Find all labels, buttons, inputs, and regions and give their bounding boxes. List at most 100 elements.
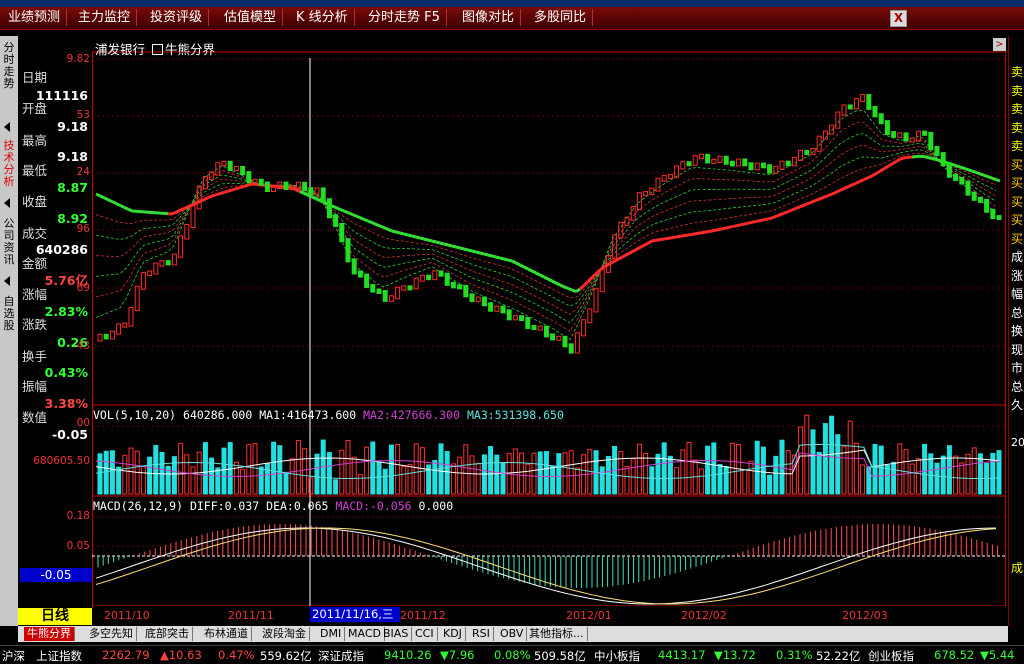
- tab-cci[interactable]: CCI: [412, 627, 438, 641]
- candle: [997, 216, 1001, 220]
- tab-macd[interactable]: MACD: [345, 627, 385, 641]
- bull-bear-line: [784, 212, 788, 214]
- vol-y-tick: 680605.50: [24, 455, 90, 467]
- index-change: ▼5.44: [980, 648, 1014, 662]
- bull-bear-line: [660, 239, 664, 240]
- bull-bear-line: [760, 220, 764, 221]
- tab-dmi[interactable]: DMI: [317, 627, 345, 641]
- x-label: 2011/12: [400, 609, 446, 622]
- bull-bear-line: [968, 170, 972, 171]
- indicator-name[interactable]: 牛熊分界: [152, 39, 215, 58]
- volume-bar: [489, 447, 493, 494]
- candle: [284, 182, 288, 189]
- bull-bear-line: [720, 228, 724, 229]
- tab-rsi[interactable]: RSI: [469, 627, 494, 641]
- bull-bear-line: [240, 186, 244, 187]
- candle: [805, 150, 809, 154]
- volume-bar: [557, 454, 561, 494]
- volume-bar: [885, 465, 889, 494]
- toolbar-kline[interactable]: K 线分析: [290, 9, 355, 26]
- index-name[interactable]: 上证指数: [36, 648, 82, 664]
- bull-bear-line: [404, 234, 408, 235]
- bull-bear-line: [300, 192, 304, 194]
- tab-watchlist[interactable]: 自选股: [1, 296, 17, 332]
- tab-kdj[interactable]: KDJ: [440, 627, 466, 641]
- right-column-label: 买: [1011, 159, 1023, 172]
- bull-bear-line: [112, 202, 116, 204]
- volume-bar: [929, 454, 933, 494]
- bull-bear-line: [824, 196, 828, 198]
- toolbar-main-monitor[interactable]: 主力监控: [72, 9, 137, 26]
- candle: [439, 271, 443, 276]
- triangle-left-icon: [4, 276, 10, 286]
- index-name[interactable]: 创业板指: [868, 648, 914, 664]
- bull-bear-line: [836, 190, 840, 192]
- bull-bear-line: [340, 209, 344, 211]
- candle: [551, 334, 555, 340]
- index-name[interactable]: 中小板指: [594, 648, 640, 664]
- bull-bear-line: [632, 250, 636, 252]
- candle: [966, 181, 970, 195]
- candle: [408, 286, 412, 290]
- volume-bar: [272, 442, 276, 494]
- indicator-name-label: 牛熊分界: [165, 42, 215, 57]
- toolbar-intraday[interactable]: 分时走势 F5: [362, 9, 447, 26]
- bull-bear-line: [480, 253, 484, 254]
- toolbar-image-compare[interactable]: 图像对比: [456, 9, 521, 26]
- bull-bear-line: [764, 219, 768, 220]
- volume-bar: [117, 467, 121, 494]
- tab-bottom-attack[interactable]: 底部突击: [142, 627, 193, 641]
- tab-wave-gold[interactable]: 波段淘金: [259, 627, 310, 641]
- bull-bear-line: [296, 190, 300, 192]
- candle: [259, 179, 263, 185]
- toolbar-multi-compare[interactable]: 多股同比: [528, 9, 593, 26]
- chevron-right-icon[interactable]: >: [993, 38, 1006, 51]
- tab-company-news[interactable]: 公司资讯: [1, 218, 17, 266]
- bull-bear-line: [756, 221, 760, 222]
- right-extra: 20: [1011, 436, 1024, 449]
- candle: [247, 172, 251, 183]
- tab-technical[interactable]: 技术分析: [1, 140, 17, 188]
- right-column-label: 市: [1011, 362, 1023, 375]
- period-day-button[interactable]: 日线: [18, 608, 92, 625]
- tab-bull-bear[interactable]: 牛熊分界: [24, 627, 75, 641]
- bull-bear-line: [388, 229, 392, 231]
- bull-bear-line: [452, 246, 456, 247]
- value-value: -0.05: [18, 428, 88, 442]
- right-column-label: 卖: [1011, 66, 1023, 79]
- tab-bias[interactable]: BIAS: [380, 627, 412, 641]
- volume-bar: [811, 430, 815, 494]
- low-value: 8.87: [18, 181, 88, 195]
- macd-diff: DIFF:0.037: [190, 499, 259, 513]
- close-icon[interactable]: X: [890, 10, 907, 27]
- tab-long-short[interactable]: 多空先知: [86, 627, 137, 641]
- tab-intraday[interactable]: 分时走势: [1, 42, 17, 90]
- bull-bear-line: [716, 229, 720, 230]
- toolbar-earnings-forecast[interactable]: 业绩预测: [2, 9, 67, 26]
- right-column-label: 换: [1011, 325, 1023, 338]
- bull-bear-line: [796, 207, 800, 209]
- volume-label: 成交: [22, 227, 47, 241]
- candle: [327, 199, 331, 218]
- volume-bar: [836, 435, 840, 494]
- bull-bear-line: [440, 243, 444, 244]
- toolbar-valuation[interactable]: 估值模型: [218, 9, 283, 26]
- candle: [873, 106, 877, 116]
- volume-bar: [923, 444, 927, 494]
- amplitude-value: 3.38%: [18, 397, 88, 411]
- kline-chart[interactable]: [92, 36, 1008, 606]
- x-label: 2012/02: [681, 609, 727, 622]
- index-name[interactable]: 深证成指: [318, 648, 364, 664]
- bull-bear-line: [460, 248, 464, 249]
- bull-bear-line: [876, 171, 880, 173]
- bull-bear-line: [532, 271, 536, 273]
- bull-bear-line: [96, 194, 100, 196]
- bull-bear-line: [412, 236, 416, 237]
- tab-bollinger[interactable]: 布林通道: [201, 627, 252, 641]
- volume-bar: [941, 456, 945, 494]
- bull-bear-line: [512, 261, 516, 263]
- toolbar-rating[interactable]: 投资评级: [144, 9, 209, 26]
- tab-obv[interactable]: OBV: [497, 627, 527, 641]
- tab-other-indicators[interactable]: 其他指标...: [526, 627, 588, 641]
- bull-bear-line: [888, 164, 892, 166]
